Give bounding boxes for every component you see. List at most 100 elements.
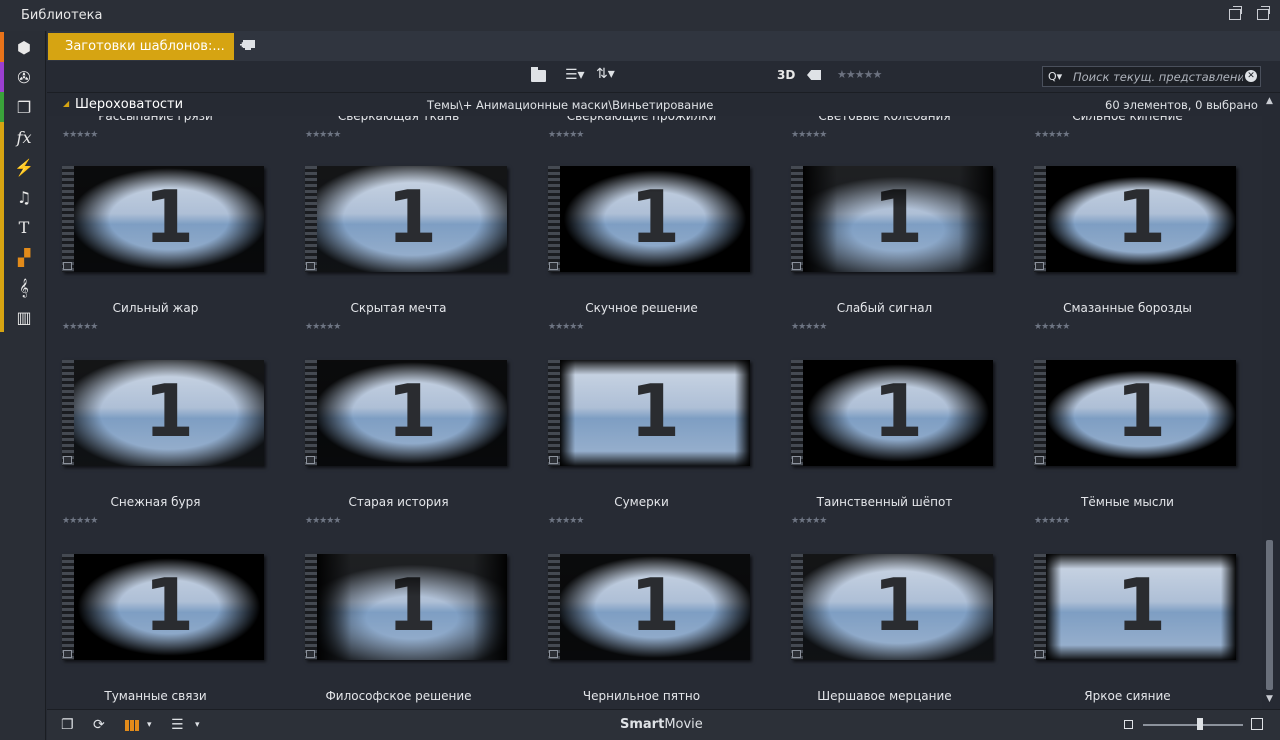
grid-item[interactable]: 1 Смазанные борозды ★★★★★ (1019, 154, 1262, 348)
item-thumbnail[interactable]: 1 (1034, 166, 1236, 272)
sidebar-item[interactable]: fx (0, 122, 46, 152)
filmstrip-edge (548, 554, 560, 660)
view-list-icon[interactable]: ☰▾ (565, 67, 585, 83)
grid-item[interactable]: 1 Слабый сигнал ★★★★★ (776, 154, 1019, 348)
item-thumbnail[interactable]: 1 (548, 166, 750, 272)
grid-item[interactable]: 1 Туманные связи (47, 542, 290, 709)
item-rating[interactable]: ★★★★★ (62, 130, 98, 140)
scrollbar-thumb[interactable] (1266, 540, 1273, 690)
grid-item[interactable]: 1 Снежная буря ★★★★★ (47, 348, 290, 542)
sidebar-item[interactable]: ❐ (0, 92, 46, 122)
asset-grid: Рассыпание грязи ★★★★★ Сверкающая ткань ★★★… (47, 116, 1262, 709)
search-input[interactable] (1073, 69, 1243, 84)
large-thumbnail-icon[interactable] (1251, 718, 1263, 730)
item-thumbnail[interactable]: 1 (1034, 554, 1236, 660)
3d-filter-button[interactable]: 3D (777, 68, 795, 82)
rating-filter[interactable]: ★★★★★ (837, 68, 882, 81)
treble-clef-icon: 𝄞 (19, 278, 29, 297)
item-label: Световые колебания (818, 116, 951, 123)
item-rating[interactable]: ★★★★★ (1034, 130, 1070, 140)
search-icon[interactable]: Q▾ (1048, 70, 1062, 83)
item-thumbnail[interactable]: 1 (62, 360, 264, 466)
sort-icon[interactable]: ⇅▾ (596, 66, 615, 82)
grid-item[interactable]: 1 Философское решение (290, 542, 533, 709)
grid-item[interactable]: 1 Скрытая мечта ★★★★★ (290, 154, 533, 348)
item-rating[interactable]: ★★★★★ (305, 516, 341, 526)
item-rating[interactable]: ★★★★★ (791, 130, 827, 140)
item-thumbnail[interactable]: 1 (548, 554, 750, 660)
chevron-down-icon[interactable]: ▾ (195, 720, 200, 730)
grid-item[interactable]: 1 Старая история ★★★★★ (290, 348, 533, 542)
sync-icon[interactable]: ⟳ (93, 717, 105, 733)
grid-item[interactable]: 1 Тёмные мысли ★★★★★ (1019, 348, 1262, 542)
item-label: Рассыпание грязи (98, 116, 213, 123)
copy-icon[interactable]: ❐ (61, 717, 74, 733)
vertical-scrollbar[interactable]: ▲ ▼ (1262, 94, 1280, 709)
item-thumbnail[interactable]: 1 (1034, 360, 1236, 466)
item-thumbnail[interactable]: 1 (791, 554, 993, 660)
grid-item[interactable]: 1 Таинственный шёпот ★★★★★ (776, 348, 1019, 542)
restore-icon[interactable] (1257, 6, 1270, 20)
filmstrip-edge (791, 554, 803, 660)
corner-marker-icon (63, 262, 72, 270)
grid-item[interactable]: 1 Скучное решение★★★★★ (533, 154, 776, 348)
category-title[interactable]: Шероховатости (75, 97, 183, 112)
grid-view-icon[interactable] (125, 720, 139, 731)
sidebar-item[interactable]: ⬢ (0, 32, 46, 62)
preview-image: 1 (560, 360, 750, 466)
item-count: 60 элементов, 0 выбрано (1105, 98, 1258, 112)
preview-image: 1 (803, 166, 993, 272)
folder-icon[interactable] (531, 67, 546, 82)
item-thumbnail[interactable]: 1 (305, 166, 507, 272)
item-thumbnail[interactable]: 1 (791, 360, 993, 466)
item-rating[interactable]: ★★★★★ (548, 130, 584, 140)
chevron-down-icon[interactable]: ▾ (147, 720, 152, 730)
item-thumbnail[interactable]: 1 (305, 360, 507, 466)
collapse-triangle-icon[interactable]: ◢ (63, 99, 69, 108)
sidebar-item[interactable]: T (0, 212, 46, 242)
item-rating[interactable]: ★★★★★ (548, 322, 584, 332)
clear-search-icon[interactable]: ✕ (1245, 70, 1257, 82)
item-rating[interactable]: ★★★★★ (305, 322, 341, 332)
vignette-mask (803, 360, 993, 466)
tab-templates[interactable]: Заготовки шаблонов:... (48, 33, 234, 60)
scroll-down-icon[interactable]: ▼ (1266, 694, 1273, 704)
small-thumbnail-icon[interactable] (1124, 720, 1133, 729)
item-rating[interactable]: ★★★★★ (791, 516, 827, 526)
scroll-up-icon[interactable]: ▲ (1266, 96, 1273, 106)
grid-item[interactable]: 1 Шершавое мерцание (776, 542, 1019, 709)
vignette-mask (1046, 554, 1236, 660)
grid-item[interactable]: 1 Чернильное пятно (533, 542, 776, 709)
sidebar-item[interactable]: 𝄞 (0, 272, 46, 302)
item-rating[interactable]: ★★★★★ (62, 322, 98, 332)
sidebar-item[interactable]: ▥ (0, 302, 46, 332)
add-tab-icon[interactable] (240, 38, 256, 52)
item-thumbnail[interactable]: 1 (305, 554, 507, 660)
sidebar-item[interactable]: ⚡ (0, 152, 46, 182)
item-thumbnail[interactable]: 1 (62, 166, 264, 272)
slider-knob[interactable] (1197, 718, 1203, 730)
tag-icon[interactable] (807, 70, 821, 80)
item-rating[interactable]: ★★★★★ (1034, 322, 1070, 332)
item-rating[interactable]: ★★★★★ (791, 322, 827, 332)
smartmovie-button[interactable]: SmartMovie (620, 717, 703, 732)
grid-item[interactable]: 1 Яркое сияние (1019, 542, 1262, 709)
item-thumbnail[interactable]: 1 (548, 360, 750, 466)
item-rating[interactable]: ★★★★★ (62, 516, 98, 526)
sidebar-item[interactable]: ✇ (0, 62, 46, 92)
grid-item[interactable]: 1 Сумерки ★★★★★ (533, 348, 776, 542)
thumbnail-size-slider[interactable] (1143, 724, 1243, 726)
sidebar-item[interactable]: ▞ (0, 242, 46, 272)
sidebar-item[interactable]: ♫ (0, 182, 46, 212)
undock-icon[interactable] (1229, 6, 1242, 20)
grid-item[interactable]: 1 Сильный жар ★★★★★ (47, 154, 290, 348)
item-rating[interactable]: ★★★★★ (305, 130, 341, 140)
preview-image: 1 (560, 554, 750, 660)
item-rating[interactable]: ★★★★★ (548, 516, 584, 526)
item-rating[interactable]: ★★★★★ (1034, 516, 1070, 526)
filmstrip-edge (548, 166, 560, 272)
list-view-icon[interactable]: ☰ (171, 717, 184, 733)
item-thumbnail[interactable]: 1 (791, 166, 993, 272)
item-thumbnail[interactable]: 1 (62, 554, 264, 660)
collection-tab-row: Заготовки шаблонов:... (47, 31, 1280, 61)
